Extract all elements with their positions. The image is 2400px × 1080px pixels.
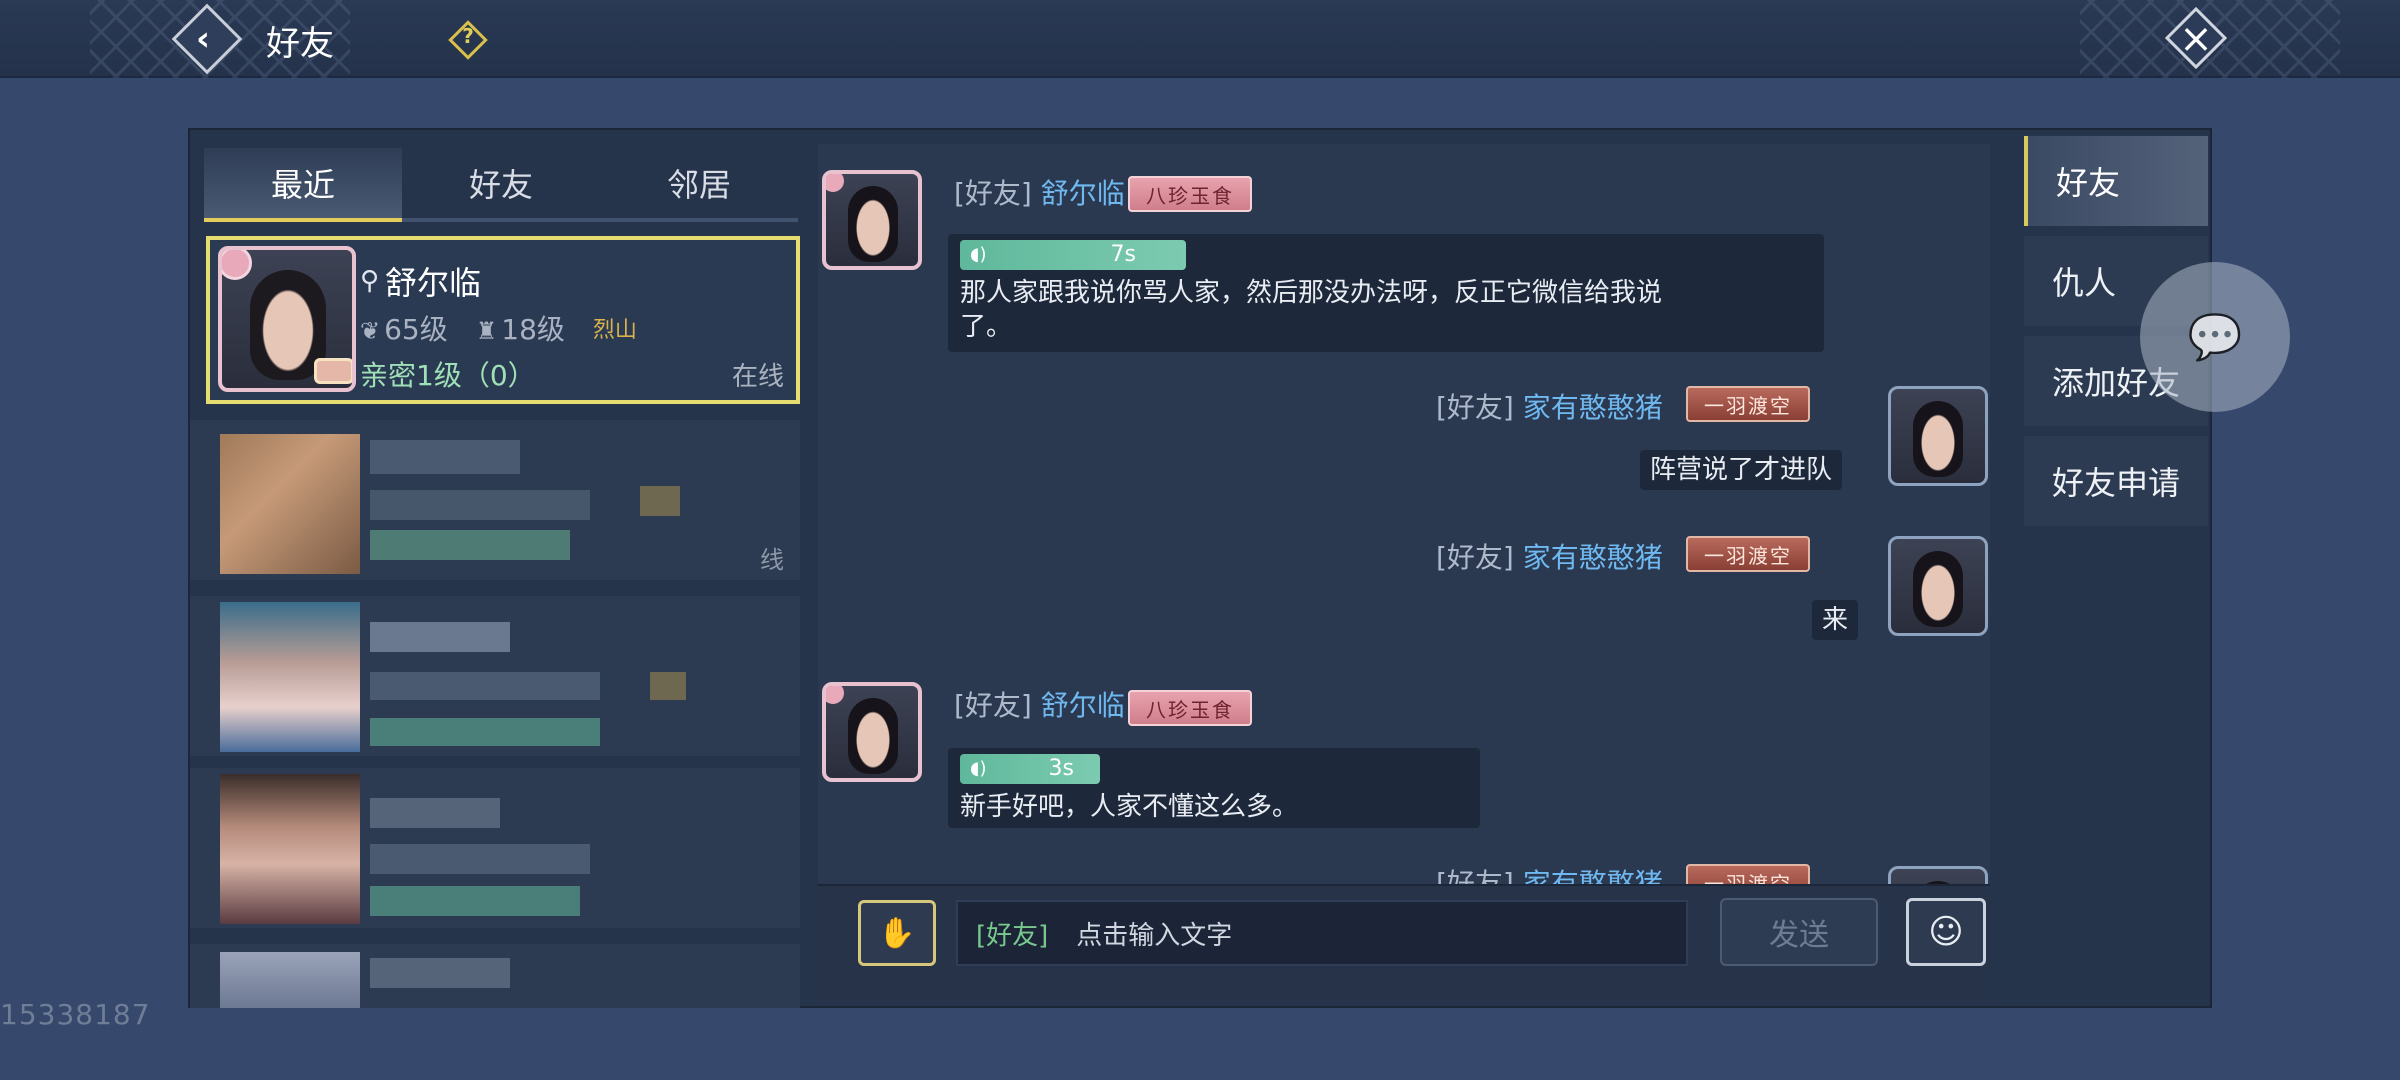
gift-icon [314,358,352,384]
flower-icon [222,250,252,280]
contact-item-blurred[interactable] [190,420,800,580]
sound-wave-icon: ◖) [970,758,987,779]
contact-item-blurred[interactable] [190,768,800,928]
online-status: 在线 [731,362,784,392]
input-placeholder: 点击输入文字 [1076,920,1233,951]
message-sender[interactable]: [好友] 舒尔临 [954,172,1125,212]
title-badge: 一羽渡空 [1686,386,1810,422]
close-button[interactable]: × [2164,6,2228,70]
chat-history[interactable]: [好友] 舒尔临 八珍玉食 ◖) 7s 那人家跟我说你骂人家，然后那没办法呀，反… [818,144,1990,884]
message-text: 新手好吧，人家不懂这么多。 [960,792,1299,822]
microphone-icon: ✋ [878,915,916,951]
message-sender[interactable]: [好友] 家有憨憨猪 [1436,386,1663,426]
contact-tabs: 最近 好友 邻居 [204,148,798,222]
voice-message[interactable]: ◖) 3s [960,754,1100,784]
voice-message[interactable]: ◖) 7s [960,240,1186,270]
title-badge: 一羽渡空 [1686,864,1810,884]
message-bubble[interactable]: ◖) 3s 新手好吧，人家不懂这么多。 [948,748,1480,828]
intimacy-level: 亲密1级（0） [360,359,536,392]
message-sender[interactable]: [好友] 家有憨憨猪 [1436,862,1663,884]
key-icon: ⚲ [360,266,380,296]
avatar [218,246,356,392]
avatar[interactable] [1888,536,1988,636]
message-bubble[interactable]: 来 [1812,600,1859,640]
message-bubble[interactable]: ◖) 7s 那人家跟我说你骂人家，然后那没办法呀，反正它微信给我说了。 [948,234,1824,352]
tab-neighbors[interactable]: 邻居 [600,148,798,222]
input-channel: [好友] [976,920,1049,951]
feather-icon: ❦ [360,317,381,345]
voice-input-button[interactable]: ✋ [858,900,936,966]
chat-input[interactable]: [好友] 点击输入文字 [956,900,1688,966]
flower-icon [826,686,844,704]
player-id: 15338187 [0,998,151,1031]
contact-name: 舒尔临 [385,264,482,302]
tab-friends[interactable]: 好友 [402,148,600,222]
avatar[interactable] [822,170,922,270]
top-bar [0,0,2400,78]
message-sender[interactable]: [好友] 家有憨憨猪 [1436,536,1663,576]
contact-level: 65级 [384,313,448,346]
smiley-icon: ☺ [1928,912,1964,952]
tab-recent[interactable]: 最近 [204,148,402,222]
title-badge: 一羽渡空 [1686,536,1810,572]
title-badge: 八珍玉食 [1128,690,1252,726]
question-icon[interactable]: ? [448,20,488,60]
flower-icon [826,174,844,192]
contact-item-blurred[interactable] [190,596,800,756]
avatar[interactable] [1888,866,1988,884]
floating-chat-button[interactable]: 💬 [2140,262,2290,412]
contact-rank: 18级 [501,313,565,346]
sound-wave-icon: ◖) [970,244,987,265]
message-bubble[interactable]: 阵营说了才进队 [1640,450,1843,490]
message-text: 那人家跟我说你骂人家，然后那没办法呀，反正它微信给我说了。 [960,278,1663,342]
message-sender[interactable]: [好友] 舒尔临 [954,684,1125,724]
contact-school: 烈山 [592,318,637,343]
side-tab-friend-requests[interactable]: 好友申请 [2024,436,2208,526]
side-tab-friends[interactable]: 好友 [2024,136,2208,226]
page-title: 好友 [266,24,334,64]
send-button[interactable]: 发送 [1720,898,1878,966]
chat-bubble-icon: 💬 [2187,312,2243,363]
rank-icon: ♜ [475,317,498,345]
avatar[interactable] [1888,386,1988,486]
contact-item-selected[interactable]: ⚲ 舒尔临 ❦ 65级 ♜ 18级 烈山 亲密1级（0） 在线 [206,236,800,404]
contact-item-blurred[interactable] [190,944,800,1008]
back-button[interactable]: ‹ [171,3,244,75]
blurred-status-text: 线 [760,546,784,574]
title-badge: 八珍玉食 [1128,176,1252,212]
avatar[interactable] [822,682,922,782]
emoji-button[interactable]: ☺ [1906,898,1986,966]
